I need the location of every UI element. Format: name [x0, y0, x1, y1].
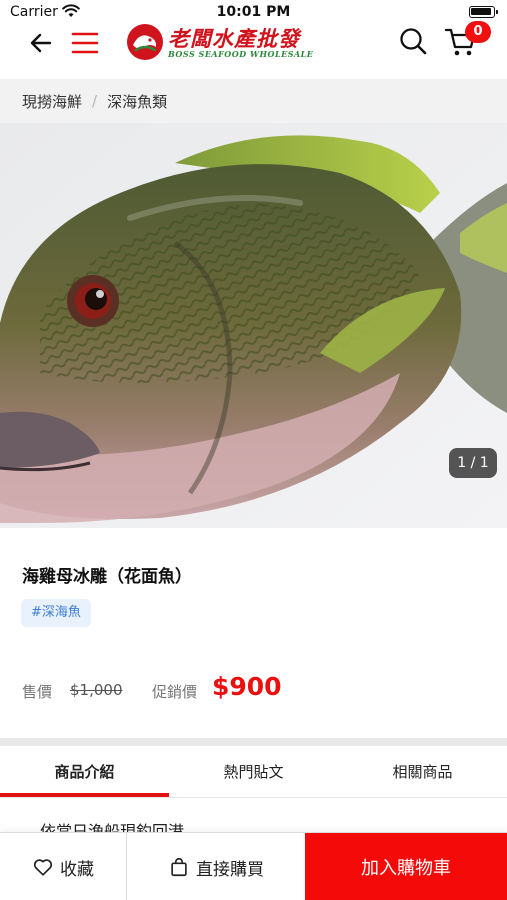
promo-price-label: 促銷價	[152, 683, 198, 701]
search-icon[interactable]	[398, 26, 428, 56]
buy-now-button-label: 直接購買	[196, 859, 264, 880]
product-tabs: 商品介紹 熱門貼文 相關商品	[0, 746, 507, 798]
breadcrumb-separator: /	[92, 92, 98, 110]
status-time: 10:01 PM	[216, 4, 291, 20]
tab-related-products[interactable]: 相關商品	[338, 746, 507, 798]
tab-popular-posts[interactable]: 熱門貼文	[169, 746, 338, 798]
image-counter: 1 / 1	[449, 448, 497, 478]
hamburger-menu-icon[interactable]	[70, 28, 100, 58]
back-arrow-icon[interactable]	[26, 28, 56, 58]
promo-price: $900	[212, 672, 282, 701]
brand-logo[interactable]: 老闆水產批發 BOSS SEAFOOD WHOLESALE	[126, 22, 313, 66]
bottom-action-bar: 收藏 直接購買 加入購物車	[0, 832, 507, 900]
section-divider	[0, 738, 507, 746]
product-title: 海雞母冰雕（花面魚）	[22, 567, 192, 587]
battery-icon	[469, 6, 498, 18]
cart-count-badge[interactable]: 0	[465, 21, 491, 43]
buy-now-button[interactable]: 直接購買	[127, 833, 305, 900]
add-to-cart-button[interactable]: 加入購物車	[305, 833, 507, 900]
logo-mark-icon	[127, 24, 163, 60]
original-price: $1,000	[70, 681, 123, 699]
fish-photo-illustration	[0, 123, 507, 528]
favorite-button-label: 收藏	[60, 859, 94, 880]
breadcrumb: 現撈海鮮 / 深海魚類	[0, 79, 507, 123]
app-header: 老闆水產批發 BOSS SEAFOOD WHOLESALE 0	[0, 21, 507, 78]
favorite-button[interactable]: 收藏	[0, 833, 127, 900]
active-tab-indicator	[0, 793, 169, 797]
shopping-bag-icon	[171, 858, 187, 877]
tab-product-intro[interactable]: 商品介紹	[0, 746, 169, 798]
logo-english-text: BOSS SEAFOOD WHOLESALE	[168, 49, 314, 59]
price-row: 售價 $1,000 促銷價 $900	[22, 672, 492, 706]
product-tag[interactable]: #深海魚	[21, 599, 91, 627]
product-image[interactable]: 1 / 1	[0, 123, 507, 528]
breadcrumb-item-fresh-seafood[interactable]: 現撈海鮮	[22, 91, 82, 112]
breadcrumb-item-deep-sea-fish[interactable]: 深海魚類	[107, 91, 167, 112]
add-to-cart-button-label: 加入購物車	[361, 858, 451, 879]
price-label: 售價	[22, 683, 53, 701]
heart-icon	[33, 859, 53, 876]
